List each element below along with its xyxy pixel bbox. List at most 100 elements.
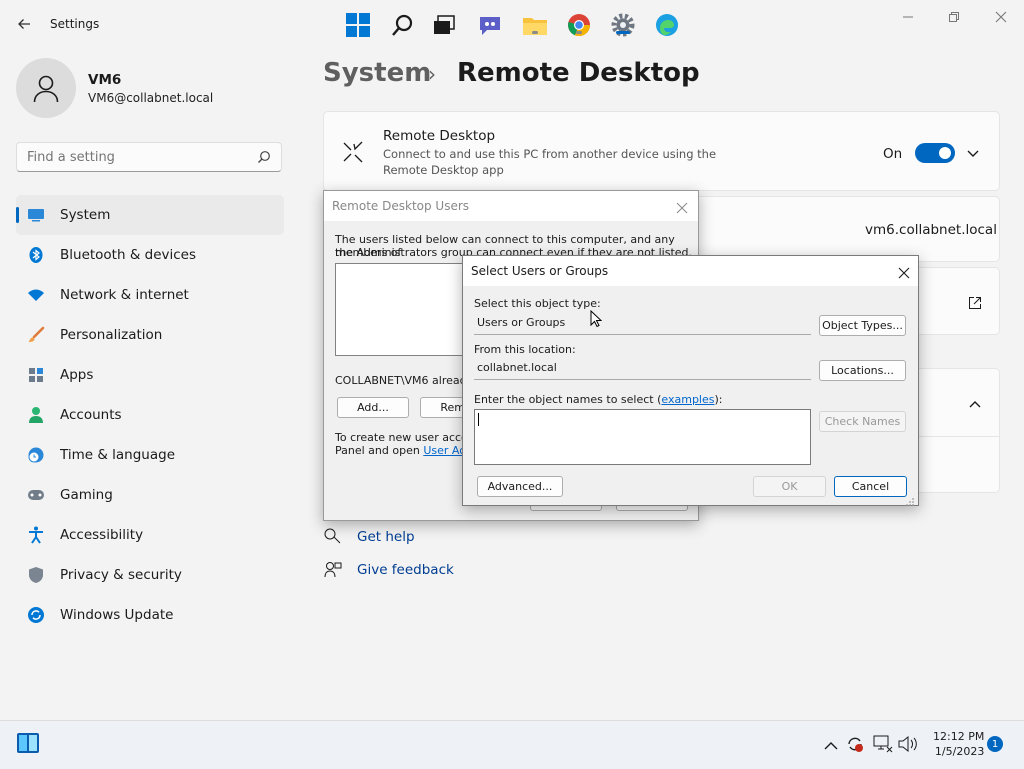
bluetooth-icon: [26, 245, 46, 265]
avatar[interactable]: [16, 58, 76, 118]
remote-desktop-toggle[interactable]: [915, 143, 955, 163]
sidebar-item-gaming[interactable]: Gaming: [16, 475, 284, 515]
create-account-text-line2: Panel and open User Acco: [335, 444, 478, 457]
examples-link[interactable]: examples: [661, 393, 714, 406]
person-icon: [26, 405, 46, 425]
search-icon[interactable]: [257, 150, 271, 164]
users-status-text: COLLABNET\VM6 already: [335, 374, 474, 387]
back-button[interactable]: [12, 12, 36, 36]
edge-button[interactable]: [654, 12, 680, 38]
widgets-icon: [17, 733, 39, 753]
sync-status-button[interactable]: [846, 735, 864, 757]
active-indicator: [616, 31, 630, 34]
volume-button[interactable]: [898, 735, 918, 756]
taskbar: [0, 720, 1024, 769]
sidebar-nav: System Bluetooth & devices Network & int…: [16, 195, 284, 635]
location-field: collabnet.local: [474, 359, 811, 380]
running-indicator: [576, 31, 582, 34]
back-arrow-icon: [18, 19, 30, 29]
sidebar-item-time-language[interactable]: Time & language: [16, 435, 284, 475]
apps-icon: [26, 365, 46, 385]
sidebar-item-label: Network & internet: [60, 287, 189, 303]
teams-chat-button[interactable]: [477, 12, 503, 38]
names-label-suffix: ):: [714, 393, 723, 406]
collapse-chevron-button[interactable]: [968, 396, 982, 415]
toggle-state-label: On: [883, 146, 903, 162]
file-explorer-button[interactable]: [522, 12, 548, 38]
minimize-button[interactable]: [886, 8, 930, 26]
start-button[interactable]: [345, 12, 371, 38]
search-input[interactable]: [17, 143, 257, 171]
resize-grip-icon[interactable]: [905, 492, 915, 511]
close-window-button[interactable]: [979, 8, 1023, 26]
system-icon: [26, 205, 46, 225]
help-icon: [324, 528, 342, 548]
sidebar-item-bluetooth[interactable]: Bluetooth & devices: [16, 235, 284, 275]
sidebar-item-label: Gaming: [60, 487, 113, 503]
sidebar-item-privacy[interactable]: Privacy & security: [16, 555, 284, 595]
maximize-button[interactable]: [932, 8, 976, 26]
get-help-link[interactable]: Get help: [357, 529, 415, 545]
add-button[interactable]: Add...: [337, 397, 409, 418]
object-names-input[interactable]: [474, 409, 811, 465]
widgets-button[interactable]: [16, 732, 40, 758]
sidebar-item-windows-update[interactable]: Windows Update: [16, 595, 284, 635]
object-types-button[interactable]: Object Types...: [819, 315, 906, 336]
select-users-dialog: Select Users or Groups Select this objec…: [462, 255, 919, 506]
mouse-pointer-icon: [590, 309, 603, 332]
cancel-button[interactable]: Cancel: [834, 476, 907, 497]
sidebar-item-apps[interactable]: Apps: [16, 355, 284, 395]
breadcrumb-parent[interactable]: System: [323, 58, 431, 88]
expand-chevron-button[interactable]: [966, 146, 980, 165]
sidebar-item-label: Time & language: [60, 447, 176, 463]
dialog-close-button[interactable]: [898, 264, 910, 283]
dialog-title: Select Users or Groups: [471, 264, 609, 278]
clock-time: 12:12 PM: [933, 730, 985, 743]
clock-date: 1/5/2023: [934, 745, 985, 758]
network-button[interactable]: [873, 735, 893, 757]
tray-overflow-button[interactable]: [824, 737, 838, 756]
chrome-button[interactable]: [566, 12, 592, 38]
sidebar-item-label: Bluetooth & devices: [60, 247, 197, 263]
chevron-down-icon: [967, 150, 979, 157]
sidebar-item-accessibility[interactable]: Accessibility: [16, 515, 284, 555]
taskbar-search-button[interactable]: [390, 12, 416, 38]
taskbar-clock[interactable]: 12:12 PM 1/5/2023: [933, 729, 984, 759]
title-bar: [0, 0, 1024, 46]
locations-button[interactable]: Locations...: [819, 360, 906, 381]
settings-taskbar-button[interactable]: [610, 12, 636, 38]
task-view-icon: [434, 15, 455, 34]
close-icon: [995, 11, 1007, 23]
ok-button[interactable]: OK: [753, 476, 826, 497]
sidebar-item-system[interactable]: System: [16, 195, 284, 235]
dialog-close-button[interactable]: [676, 199, 688, 218]
clock-globe-icon: [26, 445, 46, 465]
check-names-button[interactable]: Check Names: [819, 411, 906, 432]
network-icon: [873, 735, 893, 753]
wifi-icon: [26, 285, 46, 305]
user-silhouette-icon: [33, 75, 59, 103]
sidebar-item-accounts[interactable]: Accounts: [16, 395, 284, 435]
create-account-text-line1: To create new user accoun: [335, 431, 482, 444]
advanced-button[interactable]: Advanced...: [477, 476, 563, 497]
remote-desktop-description: Connect to and use this PC from another …: [383, 147, 717, 177]
sidebar-item-personalization[interactable]: Personalization: [16, 315, 284, 355]
gamepad-icon: [26, 485, 46, 505]
object-type-label: Select this object type:: [474, 297, 601, 310]
sidebar-item-label: Personalization: [60, 327, 163, 343]
user-email: VM6@collabnet.local: [88, 91, 214, 105]
open-external-icon[interactable]: [968, 295, 982, 314]
notification-badge[interactable]: 1: [987, 736, 1003, 752]
speaker-icon: [898, 735, 917, 753]
page-title: Remote Desktop: [457, 58, 700, 88]
chat-icon: [480, 17, 500, 35]
location-label: From this location:: [474, 343, 576, 356]
search-box[interactable]: [16, 142, 282, 172]
remote-desktop-title: Remote Desktop: [383, 128, 496, 144]
sidebar-item-network[interactable]: Network & internet: [16, 275, 284, 315]
task-view-button[interactable]: [431, 12, 457, 38]
sidebar-item-label: Accessibility: [60, 527, 144, 543]
user-name: VM6: [88, 72, 122, 88]
give-feedback-link[interactable]: Give feedback: [357, 562, 454, 578]
sidebar-item-label: Windows Update: [60, 607, 174, 623]
